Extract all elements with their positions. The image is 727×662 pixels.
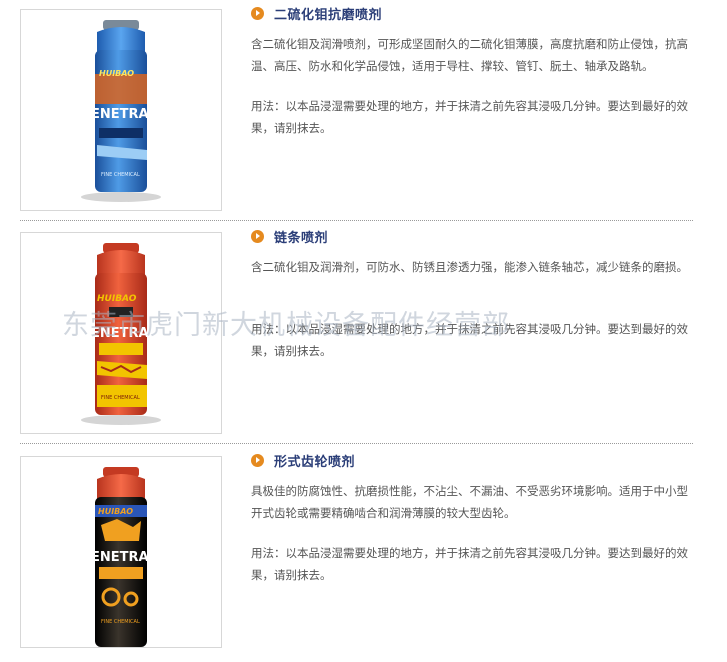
product-usage: 用法：以本品浸湿需要处理的地方，并于抹清之前先容其浸吸几分钟。要达到最好的效果，… <box>251 322 688 358</box>
product-card: HUIBAO ENETRA FINE CHEMICAL 形式齿轮喷剂 具极佳的防… <box>0 447 727 662</box>
divider <box>20 443 693 444</box>
product-title-row: 二硫化钼抗磨喷剂 <box>251 3 382 23</box>
svg-text:ENETRA: ENETRA <box>91 107 149 122</box>
product-title[interactable]: 形式齿轮喷剂 <box>274 451 355 470</box>
svg-text:ENETRA: ENETRA <box>91 550 149 565</box>
product-title[interactable]: 链条喷剂 <box>274 227 328 246</box>
svg-text:FINE CHEMICAL: FINE CHEMICAL <box>101 395 140 401</box>
svg-text:FINE CHEMICAL: FINE CHEMICAL <box>101 619 140 625</box>
product-title-row: 链条喷剂 <box>251 226 328 246</box>
product-image[interactable]: HUIBAO ENETRA FINE CHEMICAL <box>20 456 222 648</box>
svg-text:FINE CHEMICAL: FINE CHEMICAL <box>101 172 140 178</box>
product-title[interactable]: 二硫化钼抗磨喷剂 <box>274 4 382 23</box>
product-card: HUIBAO ENETRA FINE CHEMICAL 二硫化钼抗磨喷剂 含二硫… <box>0 0 727 215</box>
product-usage: 用法：以本品浸湿需要处理的地方，并于抹清之前先容其浸吸几分钟。要达到最好的效果，… <box>251 546 688 582</box>
svg-text:HUIBAO: HUIBAO <box>97 294 137 304</box>
product-description: 具极佳的防腐蚀性、抗磨损性能，不沾尘、不漏油、不受恶劣环境影响。适用于中小型开式… <box>251 484 688 520</box>
product-usage: 用法：以本品浸湿需要处理的地方，并于抹清之前先容其浸吸几分钟。要达到最好的效果，… <box>251 99 688 135</box>
product-image[interactable]: HUIBAO ENETRA FINE CHEMICAL <box>20 9 222 211</box>
svg-text:ENETRA: ENETRA <box>91 326 149 341</box>
product-image[interactable]: HUIBAO ENETRA FINE CHEMICAL <box>20 232 222 434</box>
arrow-bullet-icon <box>251 453 264 467</box>
product-description: 含二硫化钼及润滑剂，可防水、防锈且渗透力强，能渗入链条轴芯，减少链条的磨损。 <box>251 260 688 274</box>
svg-text:HUIBAO: HUIBAO <box>98 507 133 516</box>
product-description: 含二硫化钼及润滑喷剂，可形成坚固耐久的二硫化钼薄膜，高度抗磨和防止侵蚀，抗高温、… <box>251 37 688 73</box>
arrow-bullet-icon <box>251 229 264 243</box>
product-title-row: 形式齿轮喷剂 <box>251 450 355 470</box>
arrow-bullet-icon <box>251 6 264 20</box>
divider <box>20 220 693 221</box>
product-card: HUIBAO ENETRA FINE CHEMICAL 链条喷剂 含二硫化钼及润… <box>0 223 727 438</box>
svg-text:HUIBAO: HUIBAO <box>99 69 134 78</box>
